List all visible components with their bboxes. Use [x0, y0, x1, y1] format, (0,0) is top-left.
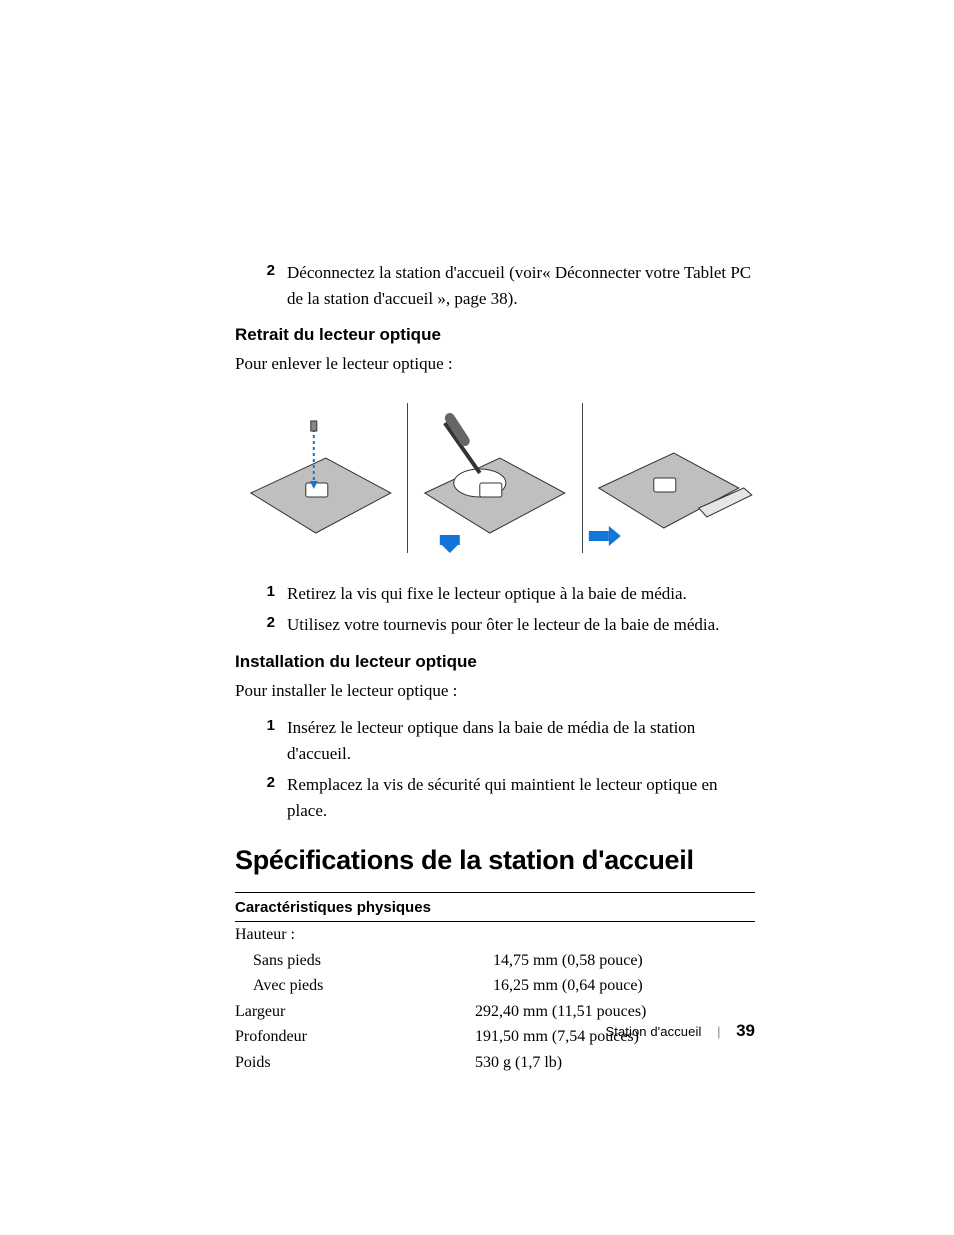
spec-label: Poids	[235, 1050, 475, 1076]
spec-value: 14,75 mm (0,58 pouce)	[493, 948, 755, 974]
spec-label: Hauteur :	[235, 922, 475, 948]
subheading-install: Installation du lecteur optique	[235, 652, 755, 672]
list-item: 2 Remplacez la vis de sécurité qui maint…	[235, 772, 755, 823]
table-row: Hauteur :	[235, 922, 755, 948]
diagram-remove-optical-drive	[235, 389, 755, 571]
step-list-remove: 1 Retirez la vis qui fixe le lecteur opt…	[235, 581, 755, 638]
spec-value: 530 g (1,7 lb)	[475, 1050, 755, 1076]
page-footer: Station d'accueil | 39	[235, 1021, 755, 1041]
list-item: 1 Insérez le lecteur optique dans la bai…	[235, 715, 755, 766]
list-item: 2 Déconnectez la station d'accueil (voir…	[235, 260, 755, 311]
heading-specs: Spécifications de la station d'accueil	[235, 845, 755, 876]
step-list-install: 1 Insérez le lecteur optique dans la bai…	[235, 715, 755, 823]
diagram-panel-1	[235, 403, 407, 553]
diagram-panel-2	[409, 403, 581, 553]
footer-page-number: 39	[736, 1021, 755, 1040]
footer-separator: |	[717, 1024, 720, 1039]
step-number: 2	[235, 612, 287, 635]
step-number: 2	[235, 260, 287, 283]
step-text: Insérez le lecteur optique dans la baie …	[287, 715, 755, 766]
spec-label: Avec pieds	[235, 973, 493, 999]
intro-remove: Pour enlever le lecteur optique :	[235, 351, 755, 377]
diagram-panel-3	[583, 403, 755, 553]
spec-value: 16,25 mm (0,64 pouce)	[493, 973, 755, 999]
step-number: 1	[235, 715, 287, 738]
step-list-top: 2 Déconnectez la station d'accueil (voir…	[235, 260, 755, 311]
step-number: 2	[235, 772, 287, 795]
step-text: Déconnectez la station d'accueil (voir« …	[287, 260, 755, 311]
footer-section: Station d'accueil	[605, 1024, 701, 1039]
subheading-remove: Retrait du lecteur optique	[235, 325, 755, 345]
table-heading: Caractéristiques physiques	[235, 893, 755, 921]
step-number: 1	[235, 581, 287, 604]
list-item: 2 Utilisez votre tournevis pour ôter le …	[235, 612, 755, 638]
table-row: Poids530 g (1,7 lb)	[235, 1050, 755, 1076]
spec-value	[475, 922, 755, 948]
list-item: 1 Retirez la vis qui fixe le lecteur opt…	[235, 581, 755, 607]
step-text: Retirez la vis qui fixe le lecteur optiq…	[287, 581, 687, 607]
intro-install: Pour installer le lecteur optique :	[235, 678, 755, 704]
spec-label: Sans pieds	[235, 948, 493, 974]
table-row: Sans pieds14,75 mm (0,58 pouce)	[235, 948, 755, 974]
specs-table: Hauteur :Sans pieds14,75 mm (0,58 pouce)…	[235, 922, 755, 1076]
table-row: Avec pieds16,25 mm (0,64 pouce)	[235, 973, 755, 999]
step-text: Utilisez votre tournevis pour ôter le le…	[287, 612, 719, 638]
step-text: Remplacez la vis de sécurité qui maintie…	[287, 772, 755, 823]
